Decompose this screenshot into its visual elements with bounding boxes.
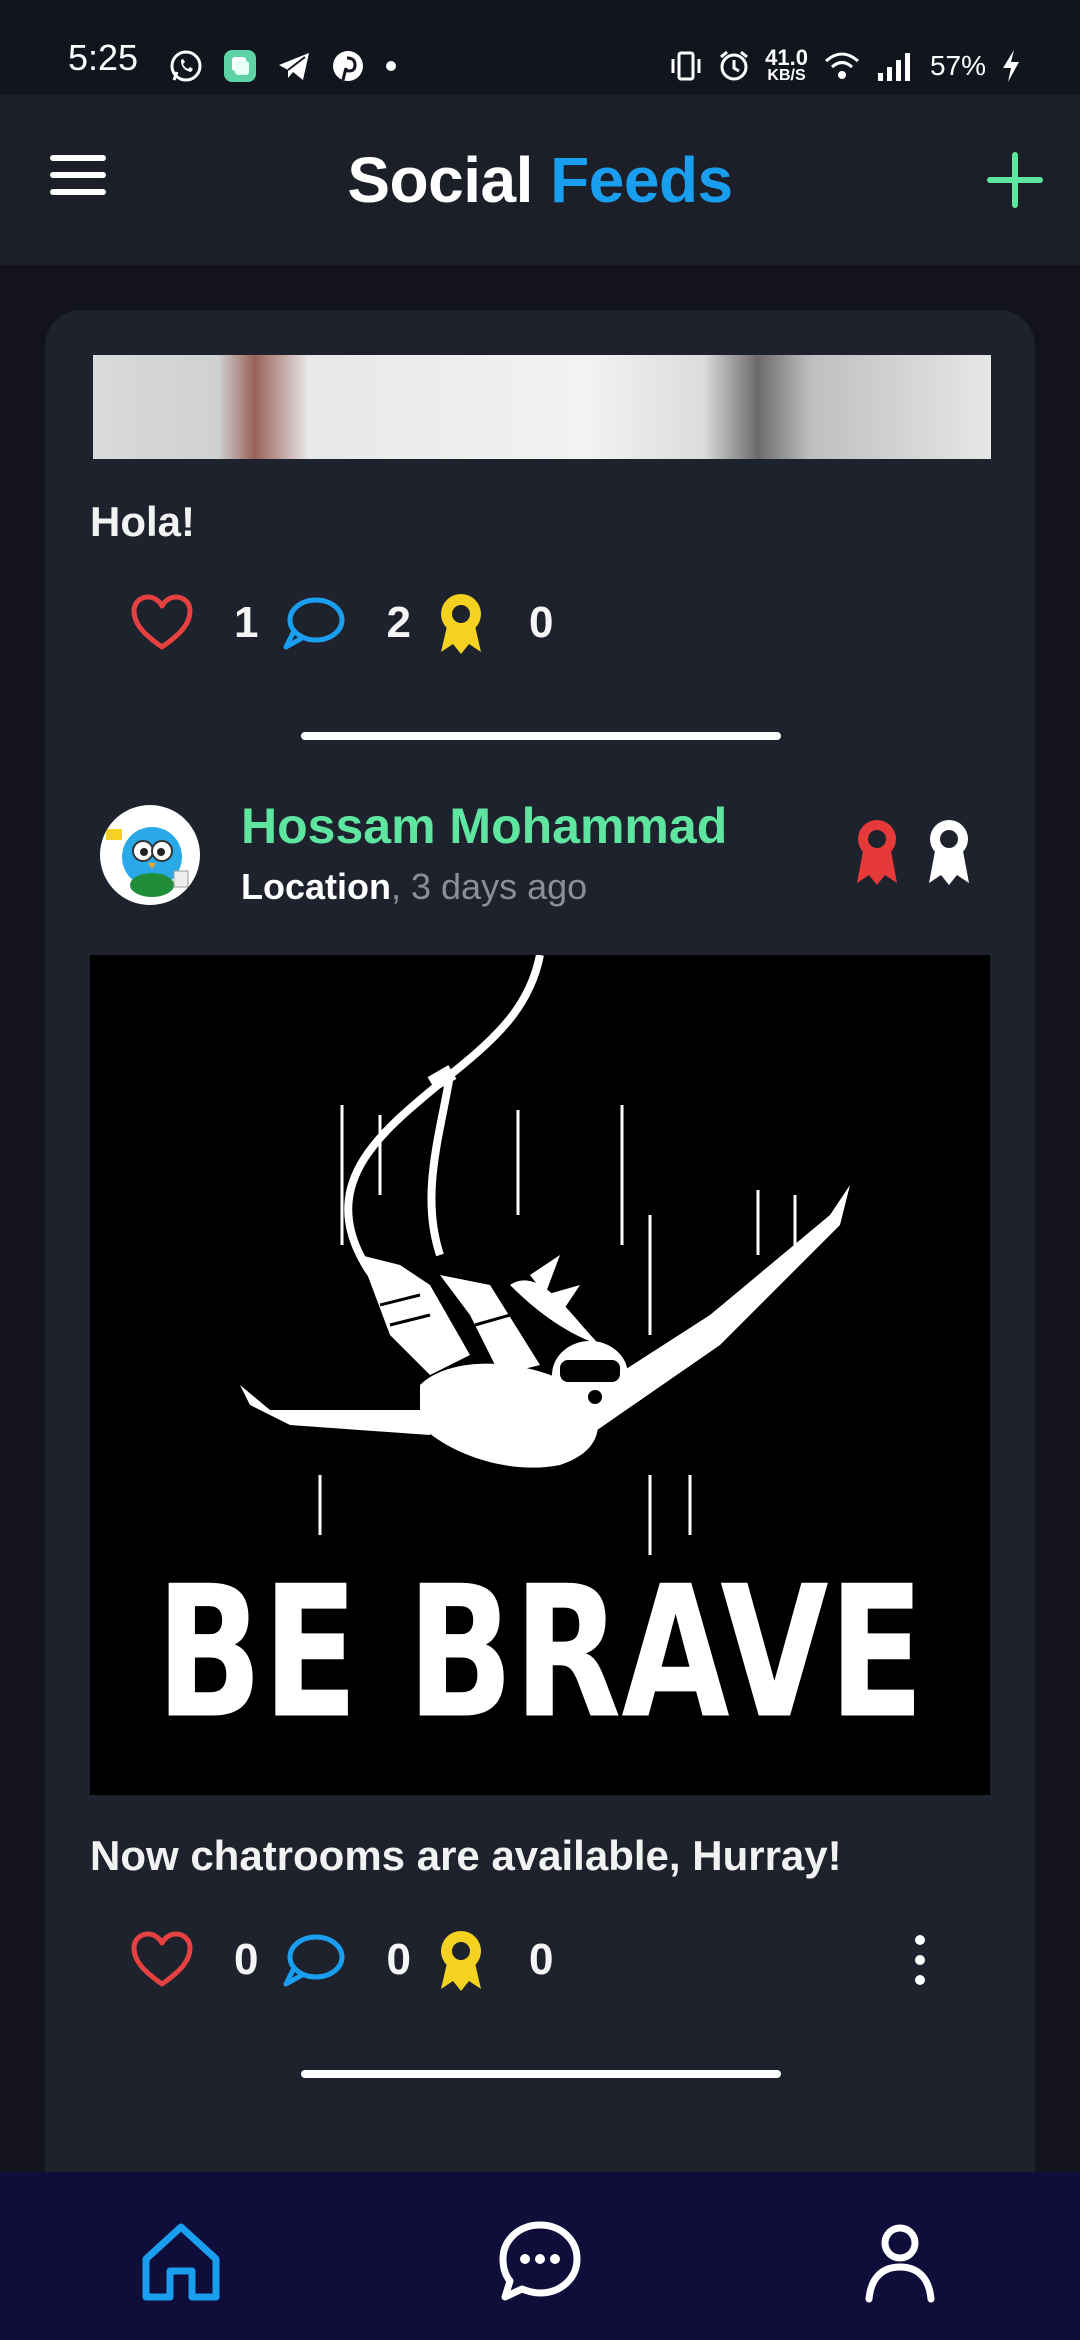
speed-unit: KB/S bbox=[767, 67, 806, 84]
like-count: 1 bbox=[234, 598, 259, 647]
avatar[interactable] bbox=[100, 805, 200, 905]
wifi-icon bbox=[824, 52, 859, 79]
signal-icon bbox=[877, 53, 910, 81]
title-part-1: Social bbox=[347, 144, 533, 216]
chat-icon[interactable] bbox=[495, 2217, 585, 2307]
telegram-icon bbox=[279, 53, 309, 80]
heart-icon[interactable] bbox=[130, 593, 194, 653]
speed-value: 41.0 bbox=[765, 45, 808, 70]
post-caption: Hola! bbox=[90, 498, 195, 545]
comment-count: 0 bbox=[386, 1935, 411, 1984]
comment-icon[interactable] bbox=[280, 593, 346, 653]
image-text: BE BRAVE bbox=[156, 1547, 924, 1759]
post-actions: 0 0 0 bbox=[130, 1925, 575, 1995]
like-count: 0 bbox=[234, 1935, 259, 1984]
award-count: 0 bbox=[528, 1935, 554, 1984]
post-divider bbox=[301, 2070, 781, 2078]
system-status: 41.0 KB/S 57% bbox=[669, 46, 1022, 86]
vibrate-icon bbox=[671, 51, 701, 81]
red-ribbon-icon[interactable] bbox=[851, 817, 903, 887]
comment-count: 2 bbox=[386, 598, 411, 647]
alarm-icon bbox=[720, 50, 749, 81]
bungee-jumper-illustration: BE BRAVE bbox=[90, 955, 990, 1795]
notification-icons bbox=[168, 46, 398, 86]
pinterest-icon bbox=[333, 51, 363, 81]
post-divider bbox=[301, 732, 781, 740]
award-icon[interactable] bbox=[433, 1927, 489, 1993]
award-count: 0 bbox=[528, 598, 554, 647]
post-time: , 3 days ago bbox=[391, 866, 588, 907]
charging-icon bbox=[1003, 50, 1019, 82]
whatsapp-icon bbox=[170, 50, 202, 82]
app-icon bbox=[224, 50, 256, 82]
post-caption: Now chatrooms are available, Hurray! bbox=[90, 1832, 842, 1879]
dot-icon bbox=[386, 61, 396, 71]
page-title: Social Feeds bbox=[0, 143, 1080, 217]
more-options-icon[interactable] bbox=[905, 1925, 935, 1995]
status-bar: 5:25 41.0 KB/S 57% bbox=[0, 0, 1080, 95]
post-image[interactable]: BE BRAVE bbox=[90, 955, 990, 1795]
feed-card: Hola! 1 2 0 Hossam Mohammad Location, 3 … bbox=[45, 310, 1035, 2210]
status-time: 5:25 bbox=[68, 37, 139, 78]
award-icon[interactable] bbox=[433, 590, 489, 656]
network-speed: 41.0 KB/S bbox=[765, 45, 808, 84]
post-image[interactable] bbox=[93, 355, 991, 459]
post-actions: 1 2 0 bbox=[130, 588, 575, 658]
app-bar: Social Feeds bbox=[0, 95, 1080, 265]
plus-icon[interactable] bbox=[980, 145, 1050, 215]
post-location: Location bbox=[241, 866, 391, 907]
heart-icon[interactable] bbox=[130, 1930, 194, 1990]
post-meta: Location, 3 days ago bbox=[241, 866, 587, 908]
author-name[interactable]: Hossam Mohammad bbox=[241, 797, 727, 855]
comment-icon[interactable] bbox=[280, 1930, 346, 1990]
white-ribbon-icon[interactable] bbox=[923, 817, 975, 887]
battery-percent: 57% bbox=[929, 50, 986, 81]
profile-icon[interactable] bbox=[855, 2217, 945, 2307]
home-icon[interactable] bbox=[136, 2217, 226, 2307]
title-part-2: Feeds bbox=[550, 144, 733, 216]
bottom-navigation bbox=[0, 2172, 1080, 2340]
